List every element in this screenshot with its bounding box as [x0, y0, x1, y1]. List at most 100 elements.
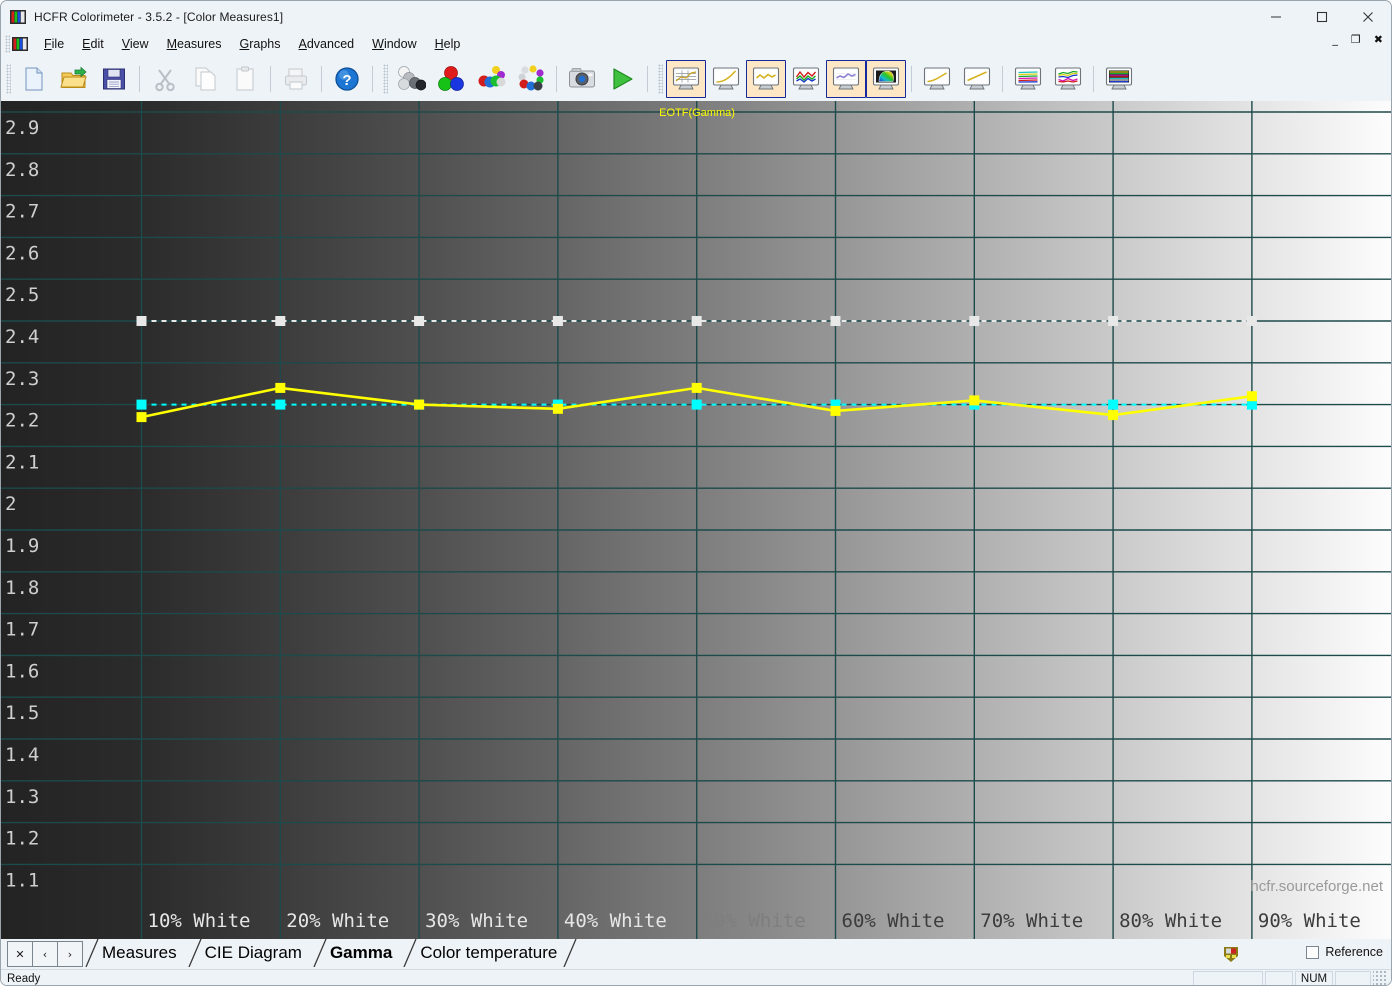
sensor-badge-icon[interactable] — [1221, 944, 1241, 964]
y-tick-label: 2.1 — [5, 451, 39, 473]
resize-grip[interactable] — [1373, 971, 1387, 985]
tab-nav-buttons: ✕ ‹ › — [7, 941, 83, 967]
series-marker — [414, 316, 425, 326]
x-tick-label: 70% White — [980, 910, 1083, 932]
reference-checkbox-group[interactable]: Reference — [1306, 945, 1383, 959]
reference-checkbox[interactable] — [1306, 945, 1320, 959]
print-button[interactable] — [276, 60, 316, 98]
tab-label: Gamma — [329, 943, 393, 962]
measure-colors-button[interactable] — [511, 60, 551, 98]
tab-right-slash — [563, 939, 577, 967]
menu-item-advanced[interactable]: Advanced — [290, 35, 364, 53]
menu-item-file-rest: ile — [51, 37, 65, 51]
measure-primaries-button[interactable] — [431, 60, 471, 98]
menu-item-view[interactable]: View — [113, 35, 158, 53]
tab-left-slash — [403, 939, 417, 967]
tab-next-button[interactable]: › — [57, 941, 83, 967]
view-gamma-curve-button[interactable] — [746, 59, 786, 98]
view-rgb-levels-button[interactable] — [786, 60, 826, 98]
menu-item-graphs[interactable]: Graphs — [231, 35, 290, 53]
menu-item-measures[interactable]: Measures — [158, 35, 231, 53]
view-satlum-button[interactable] — [1008, 60, 1048, 98]
clipboard-paste-icon — [236, 66, 254, 90]
series-marker — [1246, 391, 1257, 402]
series-marker — [552, 316, 563, 326]
y-tick-label: 2.7 — [5, 201, 39, 223]
tab-gamma[interactable]: Gamma — [313, 939, 404, 967]
tab-label: Color temperature — [420, 943, 558, 962]
view-nearwhite-button[interactable] — [957, 60, 997, 98]
series-marker — [1246, 316, 1257, 326]
status-panes: NUM — [1191, 971, 1387, 985]
x-tick-label: 60% White — [842, 910, 945, 932]
view-measures-table-button[interactable] — [666, 59, 706, 98]
toolbar-separator — [911, 65, 912, 92]
monitor-histogram-icon — [1105, 66, 1133, 89]
status-bar: Ready NUM — [1, 969, 1391, 985]
run-continuous-button[interactable] — [602, 60, 642, 98]
y-tick-label: 1.2 — [5, 828, 39, 850]
menu-item-help[interactable]: Help — [426, 35, 470, 53]
y-tick-label: 1.1 — [5, 869, 39, 891]
mdi-minimize-button[interactable]: _ — [1330, 33, 1340, 46]
measure-saturations-button[interactable] — [471, 60, 511, 98]
tab-cie-diagram[interactable]: CIE Diagram — [188, 939, 314, 967]
close-button[interactable] — [1345, 1, 1391, 32]
open-file-button[interactable] — [54, 60, 94, 98]
toolbar-grip-handle[interactable] — [658, 63, 663, 94]
menu-item-window[interactable]: Window — [363, 35, 425, 53]
monitor-cie-icon — [872, 66, 900, 89]
view-color-temp-button[interactable] — [826, 59, 866, 98]
paste-button[interactable] — [225, 60, 265, 98]
y-tick-label: 2.2 — [5, 410, 39, 432]
y-tick-label: 2.6 — [5, 242, 39, 264]
window-controls — [1253, 1, 1391, 32]
series-marker — [552, 403, 563, 414]
y-tick-label: 1.3 — [5, 786, 39, 808]
tab-color-temperature[interactable]: Color temperature — [403, 939, 577, 967]
x-tick-label: 40% White — [564, 910, 667, 932]
series-marker — [275, 382, 286, 393]
y-tick-label: 1.6 — [5, 660, 39, 682]
toolbar-grip-handle[interactable] — [383, 63, 388, 94]
minimize-button[interactable] — [1253, 1, 1299, 32]
view-nearblack-button[interactable] — [917, 60, 957, 98]
copy-button[interactable] — [185, 60, 225, 98]
monitor-table-icon — [672, 66, 700, 89]
tab-prev-button[interactable]: ‹ — [32, 941, 58, 967]
gamma-graph-panel[interactable]: 2.9 2.8 2.7 2.6 2.5 2.4 2.3 2.2 2.1 2 1.9 1.8 1.7 1.6… — [1, 101, 1392, 939]
toolbar-separator — [556, 65, 557, 92]
toolbar-grip-handle[interactable] — [6, 63, 11, 94]
view-histogram-button[interactable] — [1099, 60, 1139, 98]
new-document-button[interactable] — [14, 60, 54, 98]
tab-close-button[interactable]: ✕ — [7, 941, 33, 967]
view-luminance-curve-button[interactable] — [706, 60, 746, 98]
gamma-chart[interactable]: 2.9 2.8 2.7 2.6 2.5 2.4 2.3 2.2 2.1 2 1.9 1.8 1.7 1.6… — [1, 101, 1392, 939]
view-cie-diagram-button[interactable] — [866, 59, 906, 98]
cut-button[interactable] — [145, 60, 185, 98]
measure-grayscale-button[interactable] — [391, 60, 431, 98]
y-tick-label: 1.7 — [5, 619, 39, 641]
tab-measures[interactable]: Measures — [85, 939, 189, 967]
open-folder-icon — [60, 66, 87, 88]
camera-icon — [569, 67, 595, 87]
y-tick-label: 2.9 — [5, 117, 39, 139]
toolbar-separator — [647, 65, 648, 92]
series-marker — [136, 412, 147, 423]
view-satshift-button[interactable] — [1048, 60, 1088, 98]
menu-item-edit[interactable]: Edit — [73, 35, 113, 53]
measure-single-button[interactable] — [562, 60, 602, 98]
save-file-button[interactable] — [94, 60, 134, 98]
help-button[interactable]: ? — [327, 60, 367, 98]
menu-grip-handle[interactable] — [5, 35, 10, 53]
maximize-button[interactable] — [1299, 1, 1345, 32]
printer-icon — [285, 68, 307, 89]
toolbar-separator — [270, 65, 271, 92]
monitor-multi-icon — [1054, 66, 1082, 89]
mdi-restore-button[interactable]: ❐ — [1349, 33, 1363, 46]
y-tick-label: 2 — [5, 493, 16, 515]
menu-bar: File Edit View Measures Graphs Advanced … — [1, 32, 1391, 56]
menu-item-file[interactable]: File — [35, 35, 73, 53]
saturation-spheres-icon — [478, 65, 506, 87]
mdi-close-button[interactable]: ✖ — [1372, 33, 1385, 46]
